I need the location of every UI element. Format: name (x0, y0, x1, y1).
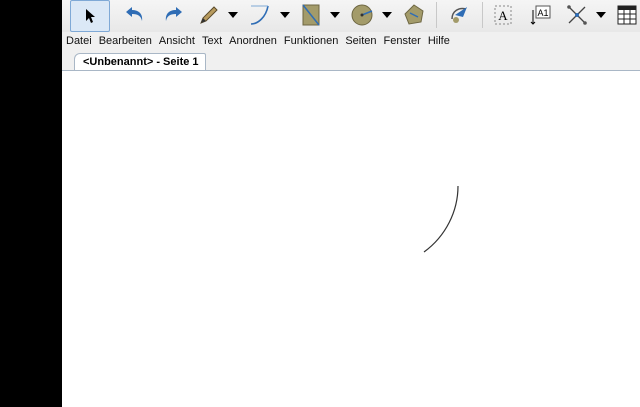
menu-funktionen[interactable]: Funktionen (284, 35, 338, 47)
desktop-background (0, 0, 62, 407)
curve-icon (248, 3, 272, 27)
circle-dropdown[interactable] (380, 0, 394, 30)
text-tool-button[interactable]: A (490, 0, 516, 30)
transform-tool-button[interactable] (444, 0, 474, 30)
undo-icon (123, 4, 147, 26)
menu-seiten[interactable]: Seiten (345, 35, 376, 47)
curve-dropdown[interactable] (278, 0, 292, 30)
circle-tool-button[interactable] (348, 0, 376, 30)
connector-dropdown[interactable] (594, 0, 608, 30)
chevron-down-icon (228, 12, 238, 18)
table-icon (617, 5, 637, 25)
toolbar: A A1 (62, 0, 640, 32)
polygon-tool-button[interactable] (400, 0, 428, 30)
pencil-tool-button[interactable] (196, 0, 222, 30)
redo-button[interactable] (158, 0, 188, 30)
svg-text:A: A (498, 8, 508, 23)
rectangle-dropdown[interactable] (328, 0, 342, 30)
menu-datei[interactable]: Datei (66, 35, 92, 47)
polygon-icon (402, 3, 426, 27)
menu-ansicht[interactable]: Ansicht (159, 35, 195, 47)
application-window: A A1 Datei Bearbeiten Ansicht Text Anord… (62, 0, 640, 407)
arrow-pointer-icon (83, 8, 97, 24)
chevron-down-icon (596, 12, 606, 18)
arc-shape (423, 185, 459, 253)
select-tool-button[interactable] (70, 0, 110, 32)
rectangle-tool-button[interactable] (298, 0, 324, 30)
text-tool-icon: A (493, 4, 513, 26)
chevron-down-icon (280, 12, 290, 18)
drawing-canvas[interactable] (62, 71, 640, 407)
menu-bearbeiten[interactable]: Bearbeiten (99, 35, 152, 47)
menu-hilfe[interactable]: Hilfe (428, 35, 450, 47)
menu-text[interactable]: Text (202, 35, 222, 47)
tab-document-page-1[interactable]: <Unbenannt> - Seite 1 (74, 53, 206, 70)
chevron-down-icon (382, 12, 392, 18)
menu-anordnen[interactable]: Anordnen (229, 35, 277, 47)
document-tabstrip: <Unbenannt> - Seite 1 (62, 50, 640, 71)
redo-icon (161, 4, 185, 26)
rectangle-icon (300, 3, 322, 27)
undo-button[interactable] (120, 0, 150, 30)
toolbar-separator (436, 2, 437, 28)
connector-icon (565, 3, 589, 27)
chevron-down-icon (330, 12, 340, 18)
table-tool-button[interactable] (614, 0, 640, 30)
transform-icon (447, 3, 471, 27)
circle-icon (350, 3, 374, 27)
curve-tool-button[interactable] (246, 0, 274, 30)
menubar: Datei Bearbeiten Ansicht Text Anordnen F… (62, 32, 640, 50)
text-frame-icon: A1 (530, 4, 552, 26)
pencil-dropdown[interactable] (226, 0, 240, 30)
svg-text:A1: A1 (537, 8, 548, 18)
pencil-icon (198, 4, 220, 26)
menu-fenster[interactable]: Fenster (384, 35, 421, 47)
connector-tool-button[interactable] (564, 0, 590, 30)
toolbar-separator (482, 2, 483, 28)
text-frame-button[interactable]: A1 (528, 0, 554, 30)
